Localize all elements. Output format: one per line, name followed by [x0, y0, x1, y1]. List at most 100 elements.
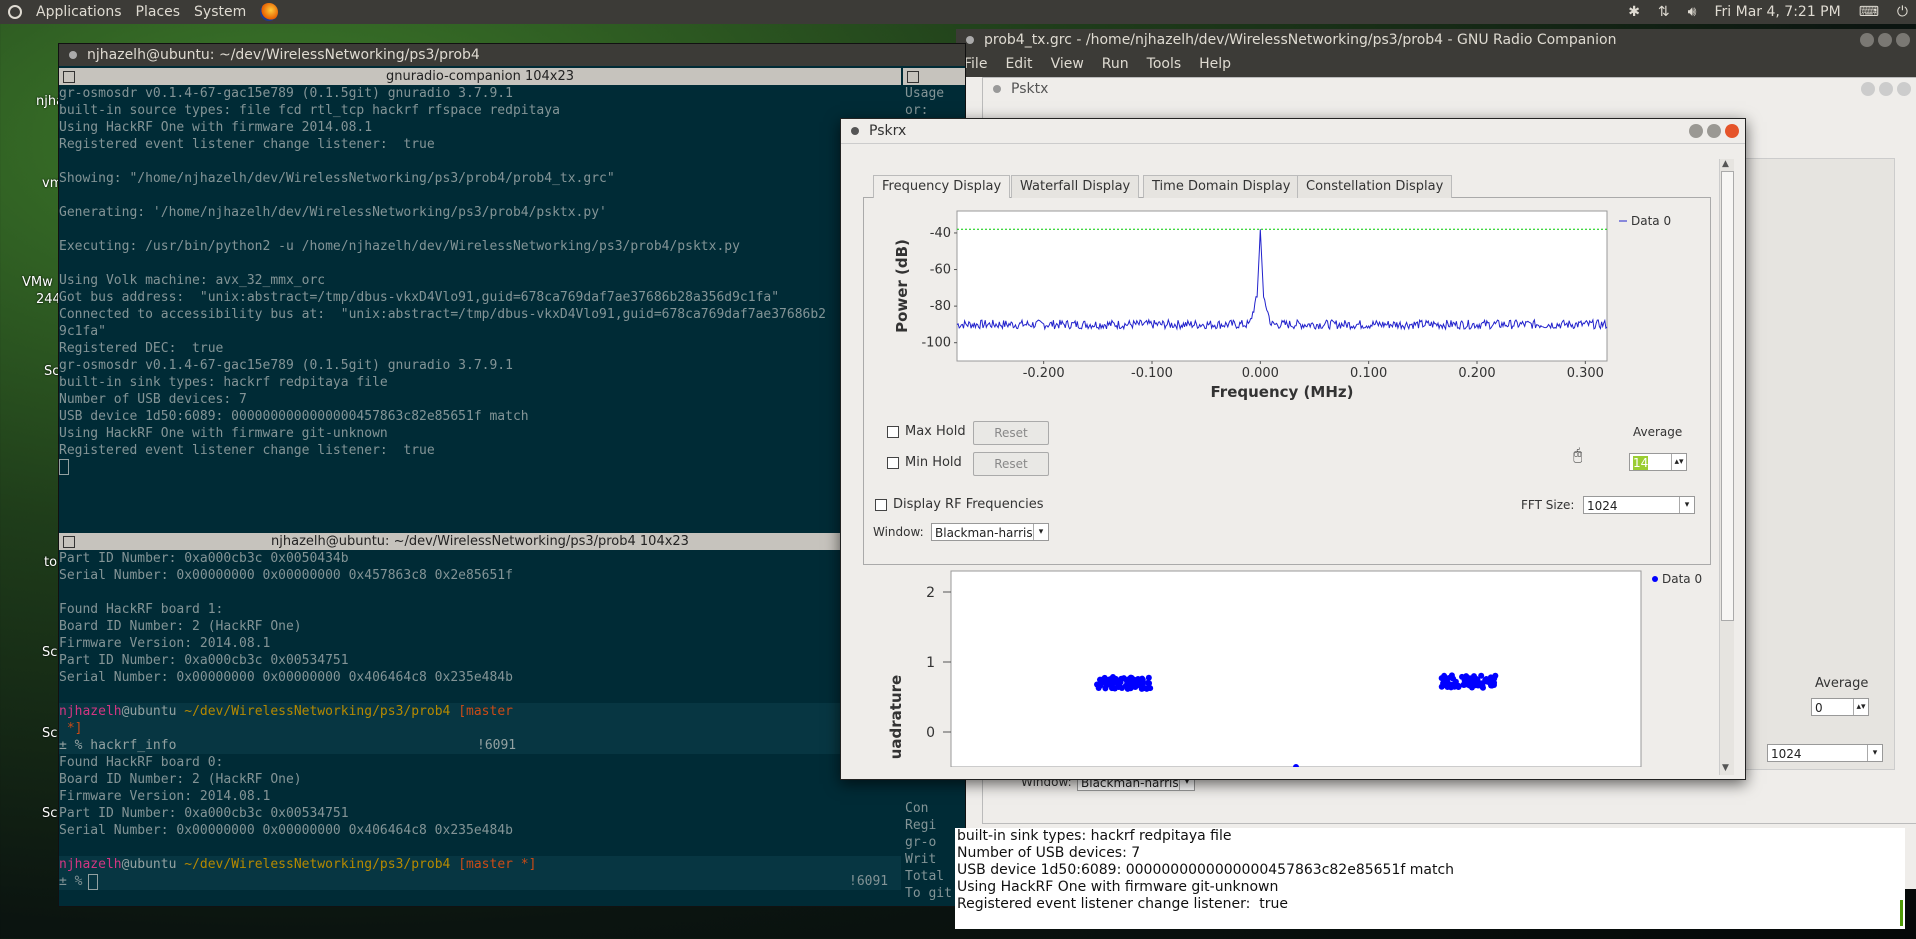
- command-text: ± % hackrf_info: [59, 738, 177, 753]
- tab-waterfall-display[interactable]: Waterfall Display: [1011, 175, 1140, 198]
- power-icon[interactable]: ⏻: [1897, 4, 1908, 20]
- maximize-icon[interactable]: [1879, 82, 1893, 96]
- system-menu[interactable]: System: [194, 4, 246, 20]
- checkbox-icon[interactable]: [887, 456, 899, 469]
- menu-tools[interactable]: Tools: [1147, 56, 1182, 72]
- checkbox-icon[interactable]: [887, 425, 899, 438]
- keyboard-icon[interactable]: ⌨: [1859, 4, 1879, 20]
- freq-xtick-label: -0.200: [1023, 366, 1065, 381]
- firefox-icon[interactable]: [260, 3, 279, 21]
- freq-ytick-label: -80: [930, 299, 951, 314]
- terminal-title: njhazelh@ubuntu: ~/dev/WirelessNetworkin…: [87, 47, 480, 63]
- terminal-line: Usage: [905, 86, 945, 101]
- maximize-icon[interactable]: [1878, 33, 1892, 47]
- pskrx-window: Pskrx Frequency Display Waterfall Displa…: [840, 118, 1746, 780]
- checkbox-icon[interactable]: [875, 498, 887, 511]
- network-icon[interactable]: ⇅: [1658, 4, 1670, 20]
- menu-view[interactable]: View: [1051, 56, 1084, 72]
- average-spinner[interactable]: 14 ▴▾: [1629, 453, 1687, 471]
- desktop-label[interactable]: Sc: [42, 726, 57, 741]
- volume-icon[interactable]: 🔊︎: [1688, 4, 1697, 20]
- final-prompt[interactable]: ± % !6091: [59, 873, 901, 890]
- constellation-plot[interactable]: 2 1 0 uadrature Data 0: [851, 567, 1711, 767]
- desktop-label[interactable]: Sc: [42, 806, 57, 821]
- psktx-fft-combo[interactable]: 1024 ▾: [1767, 744, 1883, 762]
- history-number: !6091: [849, 874, 889, 889]
- console-line: USB device 1d50:6089: 000000000000000045…: [957, 862, 1455, 878]
- terminal-pane-2[interactable]: njhazelh@ubuntu: ~/dev/WirelessNetworkin…: [59, 533, 901, 906]
- shell-prompt: njhazelh@ubuntu ~/dev/WirelessNetworking…: [59, 856, 901, 873]
- constellation-point: [1445, 675, 1452, 682]
- close-icon[interactable]: [1896, 33, 1910, 47]
- pane-2-output[interactable]: Part ID Number: 0xa000cb3c 0x0050434b Ser…: [59, 550, 901, 906]
- menu-run[interactable]: Run: [1102, 56, 1129, 72]
- constellation-point: [1489, 680, 1496, 687]
- scroll-down-icon[interactable]: ▼: [1722, 763, 1729, 773]
- max-hold-reset-button[interactable]: Reset: [973, 421, 1049, 445]
- spinner-arrows-icon[interactable]: ▴▾: [1671, 454, 1686, 470]
- psktx-titlebar[interactable]: Psktx: [983, 78, 1916, 100]
- terminal-cursor: [88, 873, 99, 890]
- maximize-icon[interactable]: [1707, 124, 1721, 138]
- desktop-label[interactable]: Sc: [42, 645, 57, 660]
- terminal-line: built-in sink types: hackrf redpitaya fi…: [59, 375, 388, 390]
- display-rf-checkbox[interactable]: Display RF Frequencies: [875, 497, 1044, 512]
- frequency-plot[interactable]: -40 -60 -80 -100 -0.200 -0.100 0.000 0.100 0.20…: [867, 201, 1707, 411]
- history-number: !6091: [477, 738, 517, 753]
- pane-1-output[interactable]: gr-osmosdr v0.1.4-67-gac15e789 (0.1.5git…: [59, 85, 901, 530]
- pskrx-titlebar[interactable]: Pskrx: [841, 119, 1745, 144]
- terminal-line: Executing: /usr/bin/python2 -u /home/njh…: [59, 239, 740, 254]
- minimize-icon[interactable]: [1861, 82, 1875, 96]
- menu-file[interactable]: File: [964, 56, 987, 72]
- tab-constellation-display[interactable]: Constellation Display: [1297, 175, 1453, 198]
- chevron-down-icon[interactable]: ▾: [1033, 524, 1048, 540]
- console-scrollbar[interactable]: [1900, 900, 1903, 926]
- constellation-point: [1143, 685, 1150, 692]
- fft-size-label: FFT Size:: [1521, 498, 1575, 512]
- bluetooth-icon[interactable]: ✱: [1628, 4, 1640, 20]
- close-icon[interactable]: [1897, 82, 1911, 96]
- close-icon[interactable]: [1725, 124, 1739, 138]
- console-line: Using HackRF One with firmware git-unkno…: [957, 879, 1279, 895]
- const-ytick-label: 1: [926, 655, 935, 671]
- freq-xtick-label: 0.000: [1242, 366, 1279, 381]
- psktx-average-spinner[interactable]: 0 ▴▾: [1811, 698, 1869, 716]
- window-combo[interactable]: Blackman-harris ▾: [931, 523, 1049, 541]
- applications-menu[interactable]: Applications: [36, 4, 122, 20]
- min-hold-checkbox[interactable]: Min Hold: [887, 455, 962, 470]
- menu-edit[interactable]: Edit: [1005, 56, 1032, 72]
- places-menu[interactable]: Places: [136, 4, 181, 20]
- grc-titlebar[interactable]: prob4_tx.grc - /home/njhazelh/dev/Wirele…: [956, 29, 1916, 51]
- clock[interactable]: Fri Mar 4, 7:21 PM: [1714, 4, 1840, 20]
- terminal-line: Generating: '/home/njhazelh/dev/Wireless…: [59, 205, 607, 220]
- desktop-label[interactable]: VMw: [22, 275, 53, 290]
- desktop-label[interactable]: to: [44, 555, 57, 570]
- minimize-icon[interactable]: [1860, 33, 1874, 47]
- constellation-point: [1114, 681, 1121, 688]
- terminal-line: Serial Number: 0x00000000 0x00000000 0x4…: [59, 823, 513, 838]
- menu-help[interactable]: Help: [1199, 56, 1231, 72]
- ubuntu-logo-icon[interactable]: [8, 5, 22, 19]
- terminal-pane-1[interactable]: gnuradio-companion 104x23 gr-osmosdr v0.…: [59, 68, 901, 530]
- tab-time-domain-display[interactable]: Time Domain Display: [1143, 175, 1300, 198]
- max-hold-checkbox[interactable]: Max Hold: [887, 424, 966, 439]
- min-hold-reset-button[interactable]: Reset: [973, 452, 1049, 476]
- scrollbar-thumb[interactable]: [1721, 171, 1734, 621]
- constellation-point: [1460, 682, 1467, 689]
- minimize-icon[interactable]: [1689, 124, 1703, 138]
- spinner-arrows-icon[interactable]: ▴▾: [1853, 699, 1868, 715]
- chevron-down-icon[interactable]: ▾: [1867, 745, 1882, 761]
- chevron-down-icon[interactable]: ▾: [1679, 497, 1694, 513]
- terminal-line: Board ID Number: 2 (HackRF One): [59, 772, 302, 787]
- terminal-titlebar[interactable]: njhazelh@ubuntu: ~/dev/WirelessNetworkin…: [59, 44, 965, 66]
- vertical-scrollbar[interactable]: ▼ ▲: [1719, 159, 1734, 775]
- freq-ylabel: Power (dB): [893, 239, 911, 333]
- terminal-line: Found HackRF board 1:: [59, 602, 224, 617]
- fft-size-combo[interactable]: 1024 ▾: [1583, 496, 1695, 514]
- scroll-up-icon[interactable]: ▲: [1722, 159, 1729, 169]
- tab-frequency-display[interactable]: Frequency Display: [873, 175, 1011, 198]
- terminal-window: njhazelh@ubuntu: ~/dev/WirelessNetworkin…: [58, 43, 966, 907]
- grc-console[interactable]: built-in sink types: hackrf redpitaya fi…: [955, 828, 1905, 929]
